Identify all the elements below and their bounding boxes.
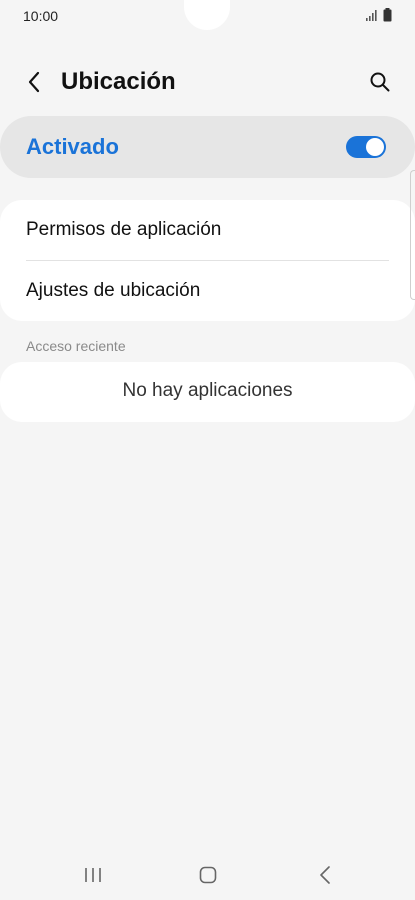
home-button[interactable] xyxy=(193,864,223,886)
chevron-left-icon xyxy=(28,71,40,93)
option-app-permissions[interactable]: Permisos de aplicación xyxy=(0,200,415,260)
options-card: Permisos de aplicación Ajustes de ubicac… xyxy=(0,200,415,321)
option-location-settings[interactable]: Ajustes de ubicación xyxy=(0,261,415,321)
empty-state-text: No hay aplicaciones xyxy=(122,380,293,401)
location-settings-screen: 10:00 Ubicación Activado Permisos de apl… xyxy=(0,0,415,900)
location-master-toggle[interactable]: Activado xyxy=(0,116,415,178)
page-title: Ubicación xyxy=(61,68,176,95)
navigation-bar xyxy=(0,850,415,900)
search-button[interactable] xyxy=(366,68,394,96)
status-bar: 10:00 xyxy=(0,0,415,32)
battery-icon xyxy=(383,8,392,22)
recents-button[interactable] xyxy=(78,864,108,886)
option-label: Permisos de aplicación xyxy=(26,219,222,240)
signal-icon xyxy=(366,10,377,21)
back-icon xyxy=(320,866,330,884)
option-label: Ajustes de ubicación xyxy=(26,280,201,301)
location-switch[interactable] xyxy=(346,136,386,158)
switch-knob xyxy=(366,138,384,156)
scroll-indicator xyxy=(410,170,415,300)
recent-apps-card: No hay aplicaciones xyxy=(0,362,415,422)
back-button[interactable] xyxy=(20,68,48,96)
status-time: 10:00 xyxy=(23,8,59,24)
home-icon xyxy=(199,866,217,884)
recents-icon xyxy=(85,868,101,882)
camera-notch xyxy=(184,0,230,30)
header: Ubicación xyxy=(0,56,415,108)
nav-back-button[interactable] xyxy=(310,864,340,886)
master-toggle-label: Activado xyxy=(26,134,119,159)
search-icon xyxy=(370,72,390,92)
section-header-recent-access: Acceso reciente xyxy=(26,338,126,354)
